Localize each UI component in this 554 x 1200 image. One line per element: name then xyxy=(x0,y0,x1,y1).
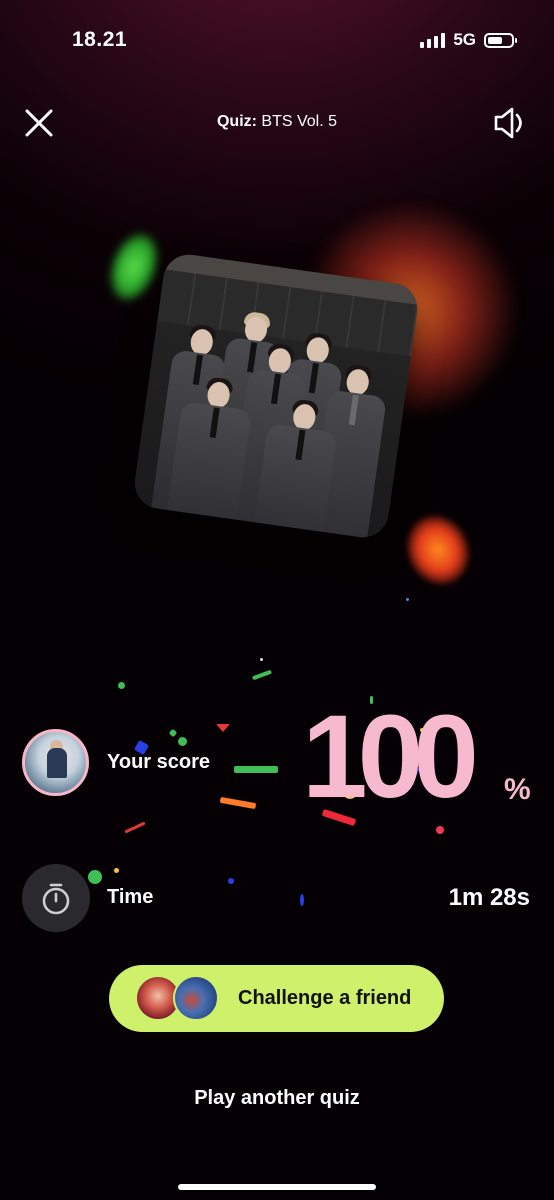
battery-icon xyxy=(484,32,517,48)
score-label: Your score xyxy=(107,751,210,773)
sound-button[interactable] xyxy=(492,104,532,142)
challenge-friend-label: Challenge a friend xyxy=(238,987,412,1009)
user-avatar xyxy=(22,729,89,796)
score-value: 100 xyxy=(302,691,479,823)
decorative-pepper-shape xyxy=(396,505,480,595)
signal-icon xyxy=(420,32,446,48)
quiz-cover-image xyxy=(131,251,421,541)
play-another-quiz-link[interactable]: Play another quiz xyxy=(0,1087,554,1110)
decorative-green-shape xyxy=(101,226,167,308)
status-time: 18.21 xyxy=(72,28,128,51)
time-label: Time xyxy=(107,886,154,908)
speaker-icon xyxy=(494,107,522,139)
quiz-title-prefix: Quiz: xyxy=(216,113,257,130)
time-value: 1m 28s xyxy=(448,884,530,911)
quiz-title: Quiz: BTS Vol. 5 xyxy=(0,113,554,131)
friend-avatar xyxy=(173,975,219,1021)
status-indicators: 5G xyxy=(420,30,517,50)
challenge-friend-button[interactable]: Challenge a friend xyxy=(109,965,444,1032)
stopwatch-icon xyxy=(42,883,70,915)
time-icon-badge xyxy=(22,864,90,932)
network-type: 5G xyxy=(453,30,476,49)
score-unit: % xyxy=(504,773,531,806)
quiz-title-name: BTS Vol. 5 xyxy=(261,113,338,130)
home-indicator[interactable] xyxy=(178,1184,376,1190)
